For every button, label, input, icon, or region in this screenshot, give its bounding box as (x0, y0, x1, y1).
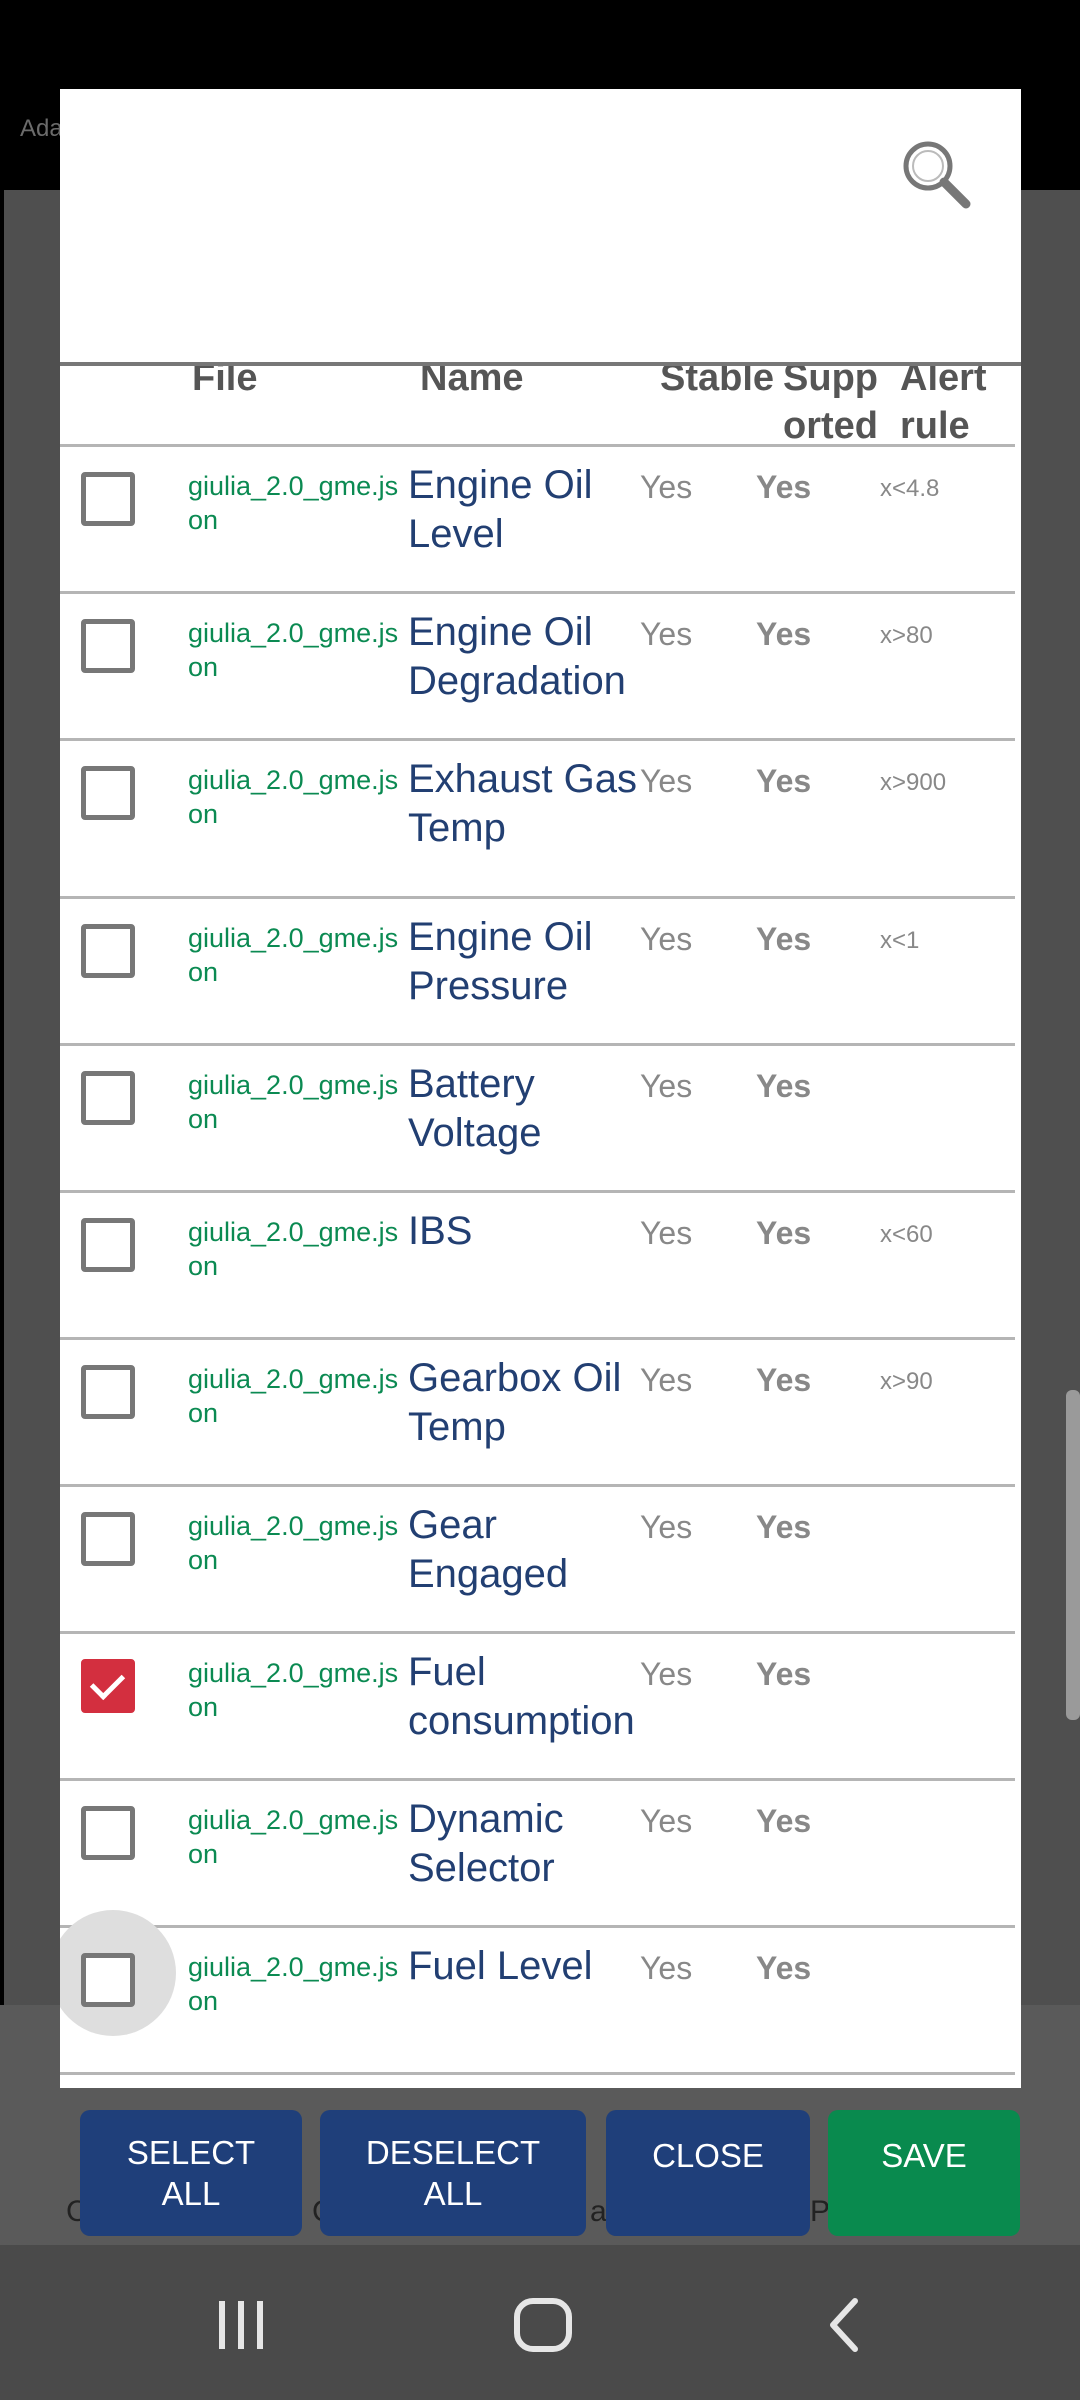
row-name: Exhaust Gas Temp (408, 757, 638, 850)
row-supported: Yes (756, 1509, 812, 1545)
row-name: Fuel consumption (408, 1650, 635, 1743)
row-supported: Yes (756, 1362, 812, 1398)
row-supported: Yes (756, 921, 812, 957)
row-file: giulia_2.0_gme.json (188, 1658, 399, 1722)
parameter-list[interactable]: sonTempgiulia_2.0_gme.jsonEngine Oil Lev… (60, 366, 1021, 2088)
row-stable: Yes (640, 921, 693, 957)
parameter-row[interactable]: giulia_2.0_gme.json Exhaust Gas Temp Yes Ye… (60, 741, 1015, 899)
row-checkbox[interactable] (81, 924, 135, 978)
parameter-row[interactable]: sonTemp (60, 366, 1015, 447)
parameter-row[interactable]: giulia_2.0_gme.json Fuel Level Yes Yes (60, 1910, 1015, 2075)
row-checkbox[interactable] (81, 1806, 135, 1860)
row-stable: Yes (640, 1215, 693, 1251)
row-name: Engine Oil Level (408, 463, 593, 556)
parameter-row[interactable]: giulia_2.0_gme.json Gear Engaged Yes Yes (60, 1487, 1015, 1634)
row-supported: Yes (756, 469, 812, 505)
row-supported: Yes (756, 1068, 812, 1104)
row-checkbox[interactable] (81, 1218, 135, 1272)
row-name: Engine Oil Degradation (408, 610, 626, 703)
select-parameters-dialog: File Name Stable Supp orted Alert rule s… (60, 89, 1021, 2088)
row-stable: Yes (640, 616, 693, 652)
row-supported: Yes (756, 763, 812, 799)
row-file: giulia_2.0_gme.json (188, 1511, 399, 1575)
search-icon (903, 141, 971, 209)
row-supported: Yes (756, 1656, 812, 1692)
row-checkbox[interactable] (81, 766, 135, 820)
back-icon (830, 2298, 858, 2352)
search-button[interactable] (896, 134, 976, 214)
parameter-row[interactable]: giulia_2.0_gme.json Gearbox Oil Temp Yes Ye… (60, 1340, 1015, 1487)
row-stable: Yes (640, 1950, 693, 1986)
row-file: giulia_2.0_gme.json (188, 765, 399, 829)
row-stable: Yes (640, 1068, 693, 1104)
row-file: giulia_2.0_gme.json (188, 923, 399, 987)
row-stable: Yes (640, 1656, 693, 1692)
home-button[interactable] (498, 2285, 588, 2365)
row-supported: Yes (756, 1215, 812, 1251)
row-name: Battery Voltage (408, 1062, 542, 1155)
parameter-row[interactable]: giulia_2.0_gme.json Engine Oil Pressure Ye… (60, 899, 1015, 1046)
background-app-title: Ada (20, 115, 63, 142)
row-name: Gear Engaged (408, 1503, 569, 1596)
row-checkbox[interactable] (81, 1512, 135, 1566)
close-label: CLOSE (652, 2137, 764, 2174)
save-button[interactable]: SAVE (828, 2110, 1020, 2236)
deselect-all-label: DESELECT ALL (365, 2134, 541, 2212)
row-file: giulia_2.0_gme.json (188, 1952, 399, 2016)
parameter-row[interactable]: giulia_2.0_gme.json Engine Oil Degradatio… (60, 594, 1015, 741)
close-button[interactable]: CLOSE (606, 2110, 810, 2236)
select-all-button[interactable]: SELECT ALL (80, 2110, 302, 2236)
row-stable: Yes (640, 469, 693, 505)
recents-icon (219, 2301, 263, 2349)
back-button[interactable] (800, 2285, 890, 2365)
row-stable: Yes (640, 1509, 693, 1545)
row-supported: Yes (756, 1950, 812, 1986)
row-alert-rule: x>900 (880, 769, 947, 796)
row-file: giulia_2.0_gme.json (188, 618, 399, 682)
row-supported: Yes (756, 616, 812, 652)
home-icon (514, 2298, 572, 2352)
row-alert-rule: x<1 (880, 927, 920, 954)
row-checkbox[interactable] (81, 1659, 135, 1713)
parameter-row[interactable]: giulia_2.0_gme.json Fuel consumption Yes Ye… (60, 1634, 1015, 1781)
deselect-all-button[interactable]: DESELECT ALL (320, 2110, 586, 2236)
row-name: IBS (408, 1209, 473, 1253)
parameter-row[interactable]: giulia_2.0_gme.json IBS Yes Yes x<60 (60, 1193, 1015, 1340)
row-name: Dynamic Selector (408, 1797, 564, 1890)
parameter-row[interactable]: giulia_2.0_gme.json Battery Voltage Yes Yes (60, 1046, 1015, 1193)
row-checkbox[interactable] (81, 619, 135, 673)
row-name: Engine Oil Pressure (408, 915, 593, 1008)
row-alert-rule: x>80 (880, 622, 933, 649)
parameter-row[interactable]: giulia_2.0_gme.json Dynamic Selector Yes Ye… (60, 1781, 1015, 1928)
row-stable: Yes (640, 1362, 693, 1398)
row-stable: Yes (640, 763, 693, 799)
row-checkbox[interactable] (81, 1365, 135, 1419)
row-file: giulia_2.0_gme.json (188, 1217, 399, 1281)
row-checkbox[interactable] (81, 1953, 135, 2007)
parameter-row[interactable]: giulia_2.0_gme.json Engine Oil Level Yes Ye… (60, 447, 1015, 594)
row-stable: Yes (640, 1803, 693, 1839)
row-file: giulia_2.0_gme.json (188, 1805, 399, 1869)
row-name: Gearbox Oil Temp (408, 1356, 622, 1449)
row-supported: Yes (756, 1803, 812, 1839)
row-name: Fuel Level (408, 1944, 593, 1988)
row-alert-rule: x<4.8 (880, 475, 940, 502)
row-file: giulia_2.0_gme.json (188, 1364, 399, 1428)
row-file: giulia_2.0_gme.json (188, 471, 399, 535)
row-checkbox[interactable] (81, 472, 135, 526)
row-checkbox[interactable] (81, 1071, 135, 1125)
row-alert-rule: x<60 (880, 1221, 933, 1248)
save-label: SAVE (881, 2137, 967, 2174)
system-navigation-bar (0, 2245, 1080, 2400)
select-all-label: SELECT ALL (126, 2134, 256, 2212)
background-scrollbar[interactable] (1066, 1390, 1080, 1720)
row-alert-rule: x>90 (880, 1368, 933, 1395)
background-edge (0, 190, 4, 2010)
recents-button[interactable] (196, 2285, 286, 2365)
parameter-list-content: sonTempgiulia_2.0_gme.jsonEngine Oil Lev… (60, 366, 1021, 2075)
row-file: giulia_2.0_gme.json (188, 1070, 399, 1134)
background-text: a (590, 2195, 607, 2228)
